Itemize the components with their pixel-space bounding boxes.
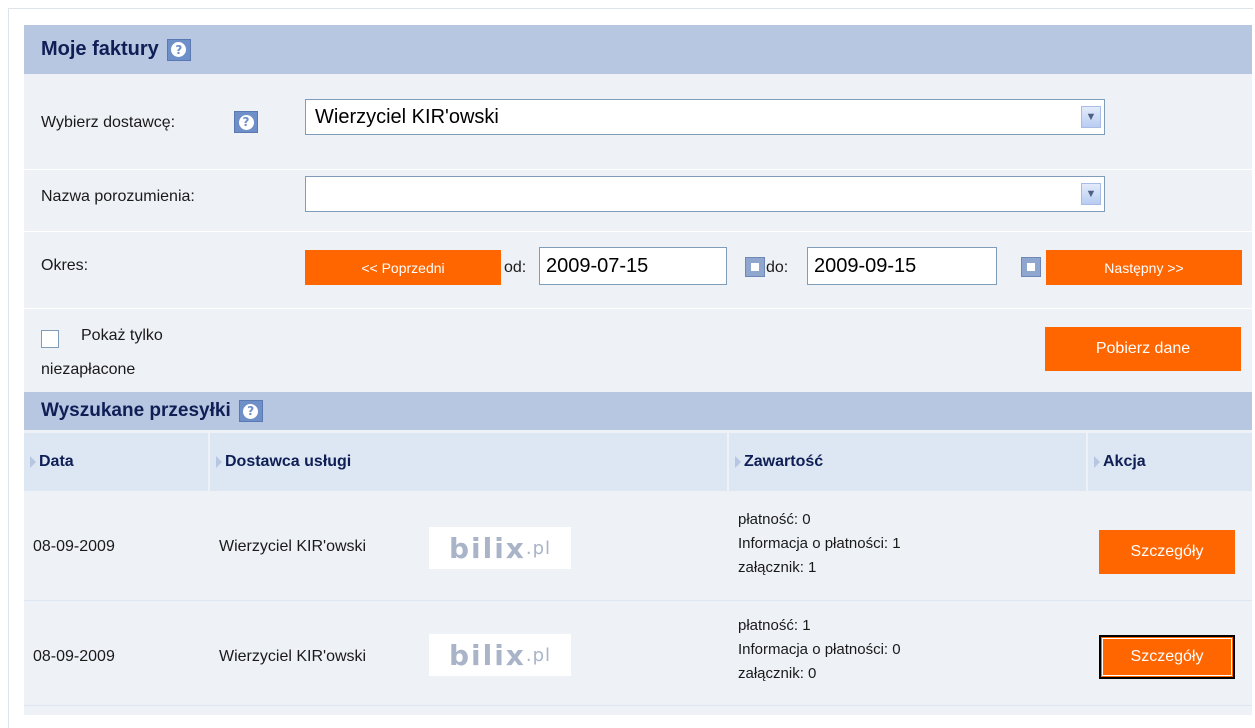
column-header-content: Zawartość [729, 433, 1086, 491]
column-header-supplier: Dostawca usługi [210, 433, 727, 491]
row-date: 08-09-2009 [33, 538, 115, 555]
row-payment: płatność: 1 [738, 617, 811, 634]
row-payment-info: Informacja o płatności: 1 [738, 535, 901, 552]
row-divider [24, 600, 1252, 601]
unpaid-only-label: Pokaż tylko [81, 327, 163, 344]
results-header: Wyszukane przesyłki ? [24, 392, 1252, 430]
agreement-select[interactable]: ▼ [305, 176, 1105, 212]
row-payment-info: Informacja o płatności: 0 [738, 641, 901, 658]
details-button[interactable]: Szczegóły [1099, 635, 1235, 679]
agreement-label: Nazwa porozumienia: [41, 188, 195, 205]
column-marker-icon [216, 456, 222, 468]
supplier-logo: bilix .pl [429, 634, 571, 676]
row-divider [24, 169, 1252, 170]
row-date: 08-09-2009 [33, 648, 115, 665]
column-marker-icon [1094, 456, 1100, 468]
supplier-select[interactable]: Wierzyciel KIR'owski ▼ [305, 99, 1105, 135]
date-from-input[interactable]: 2009-07-15 [539, 247, 727, 285]
to-label: do: [766, 259, 789, 276]
from-label: od: [504, 259, 527, 276]
unpaid-only-checkbox[interactable] [41, 330, 59, 348]
row-attachment: załącznik: 1 [738, 559, 817, 576]
row-content: płatność: 1 Informacja o płatności: 0 za… [738, 614, 901, 686]
calendar-icon[interactable] [745, 257, 765, 277]
supplier-label: Wybierz dostawcę: [41, 114, 176, 131]
row-divider [24, 231, 1252, 232]
column-marker-icon [30, 456, 36, 468]
fetch-data-button[interactable]: Pobierz dane [1045, 327, 1241, 371]
results-title: Wyszukane przesyłki [41, 400, 231, 421]
previous-period-button[interactable]: << Poprzedni [305, 250, 501, 285]
date-to-input[interactable]: 2009-09-15 [807, 247, 997, 285]
row-content: płatność: 0 Informacja o płatności: 1 za… [738, 508, 901, 580]
column-header-action: Akcja [1088, 433, 1252, 491]
row-divider [24, 308, 1252, 309]
row-divider [24, 705, 1252, 706]
panel-header: Moje faktury ? [24, 25, 1252, 74]
next-period-button[interactable]: Następny >> [1046, 250, 1242, 285]
details-button[interactable]: Szczegóły [1099, 530, 1235, 574]
row-payment: płatność: 0 [738, 511, 811, 528]
dropdown-arrow-icon[interactable]: ▼ [1081, 183, 1101, 205]
supplier-help-icon[interactable]: ? [234, 111, 258, 133]
calendar-icon[interactable] [1021, 257, 1041, 277]
invoices-panel: Moje faktury ? Wybierz dostawcę: ? Wierz… [24, 25, 1252, 715]
row-attachment: załącznik: 0 [738, 665, 817, 682]
page-title: Moje faktury [41, 38, 159, 60]
column-marker-icon [735, 456, 741, 468]
help-icon[interactable]: ? [166, 38, 191, 61]
supplier-logo: bilix .pl [429, 527, 571, 569]
supplier-select-value: Wierzyciel KIR'owski [315, 105, 499, 128]
help-icon[interactable]: ? [238, 400, 263, 422]
row-supplier: Wierzyciel KIR'owski [219, 538, 367, 555]
unpaid-only-label-cont: niezapłacone [41, 361, 136, 378]
period-label: Okres: [41, 257, 89, 274]
column-header-date: Data [24, 433, 208, 491]
row-supplier: Wierzyciel KIR'owski [219, 648, 367, 665]
dropdown-arrow-icon[interactable]: ▼ [1081, 106, 1101, 128]
